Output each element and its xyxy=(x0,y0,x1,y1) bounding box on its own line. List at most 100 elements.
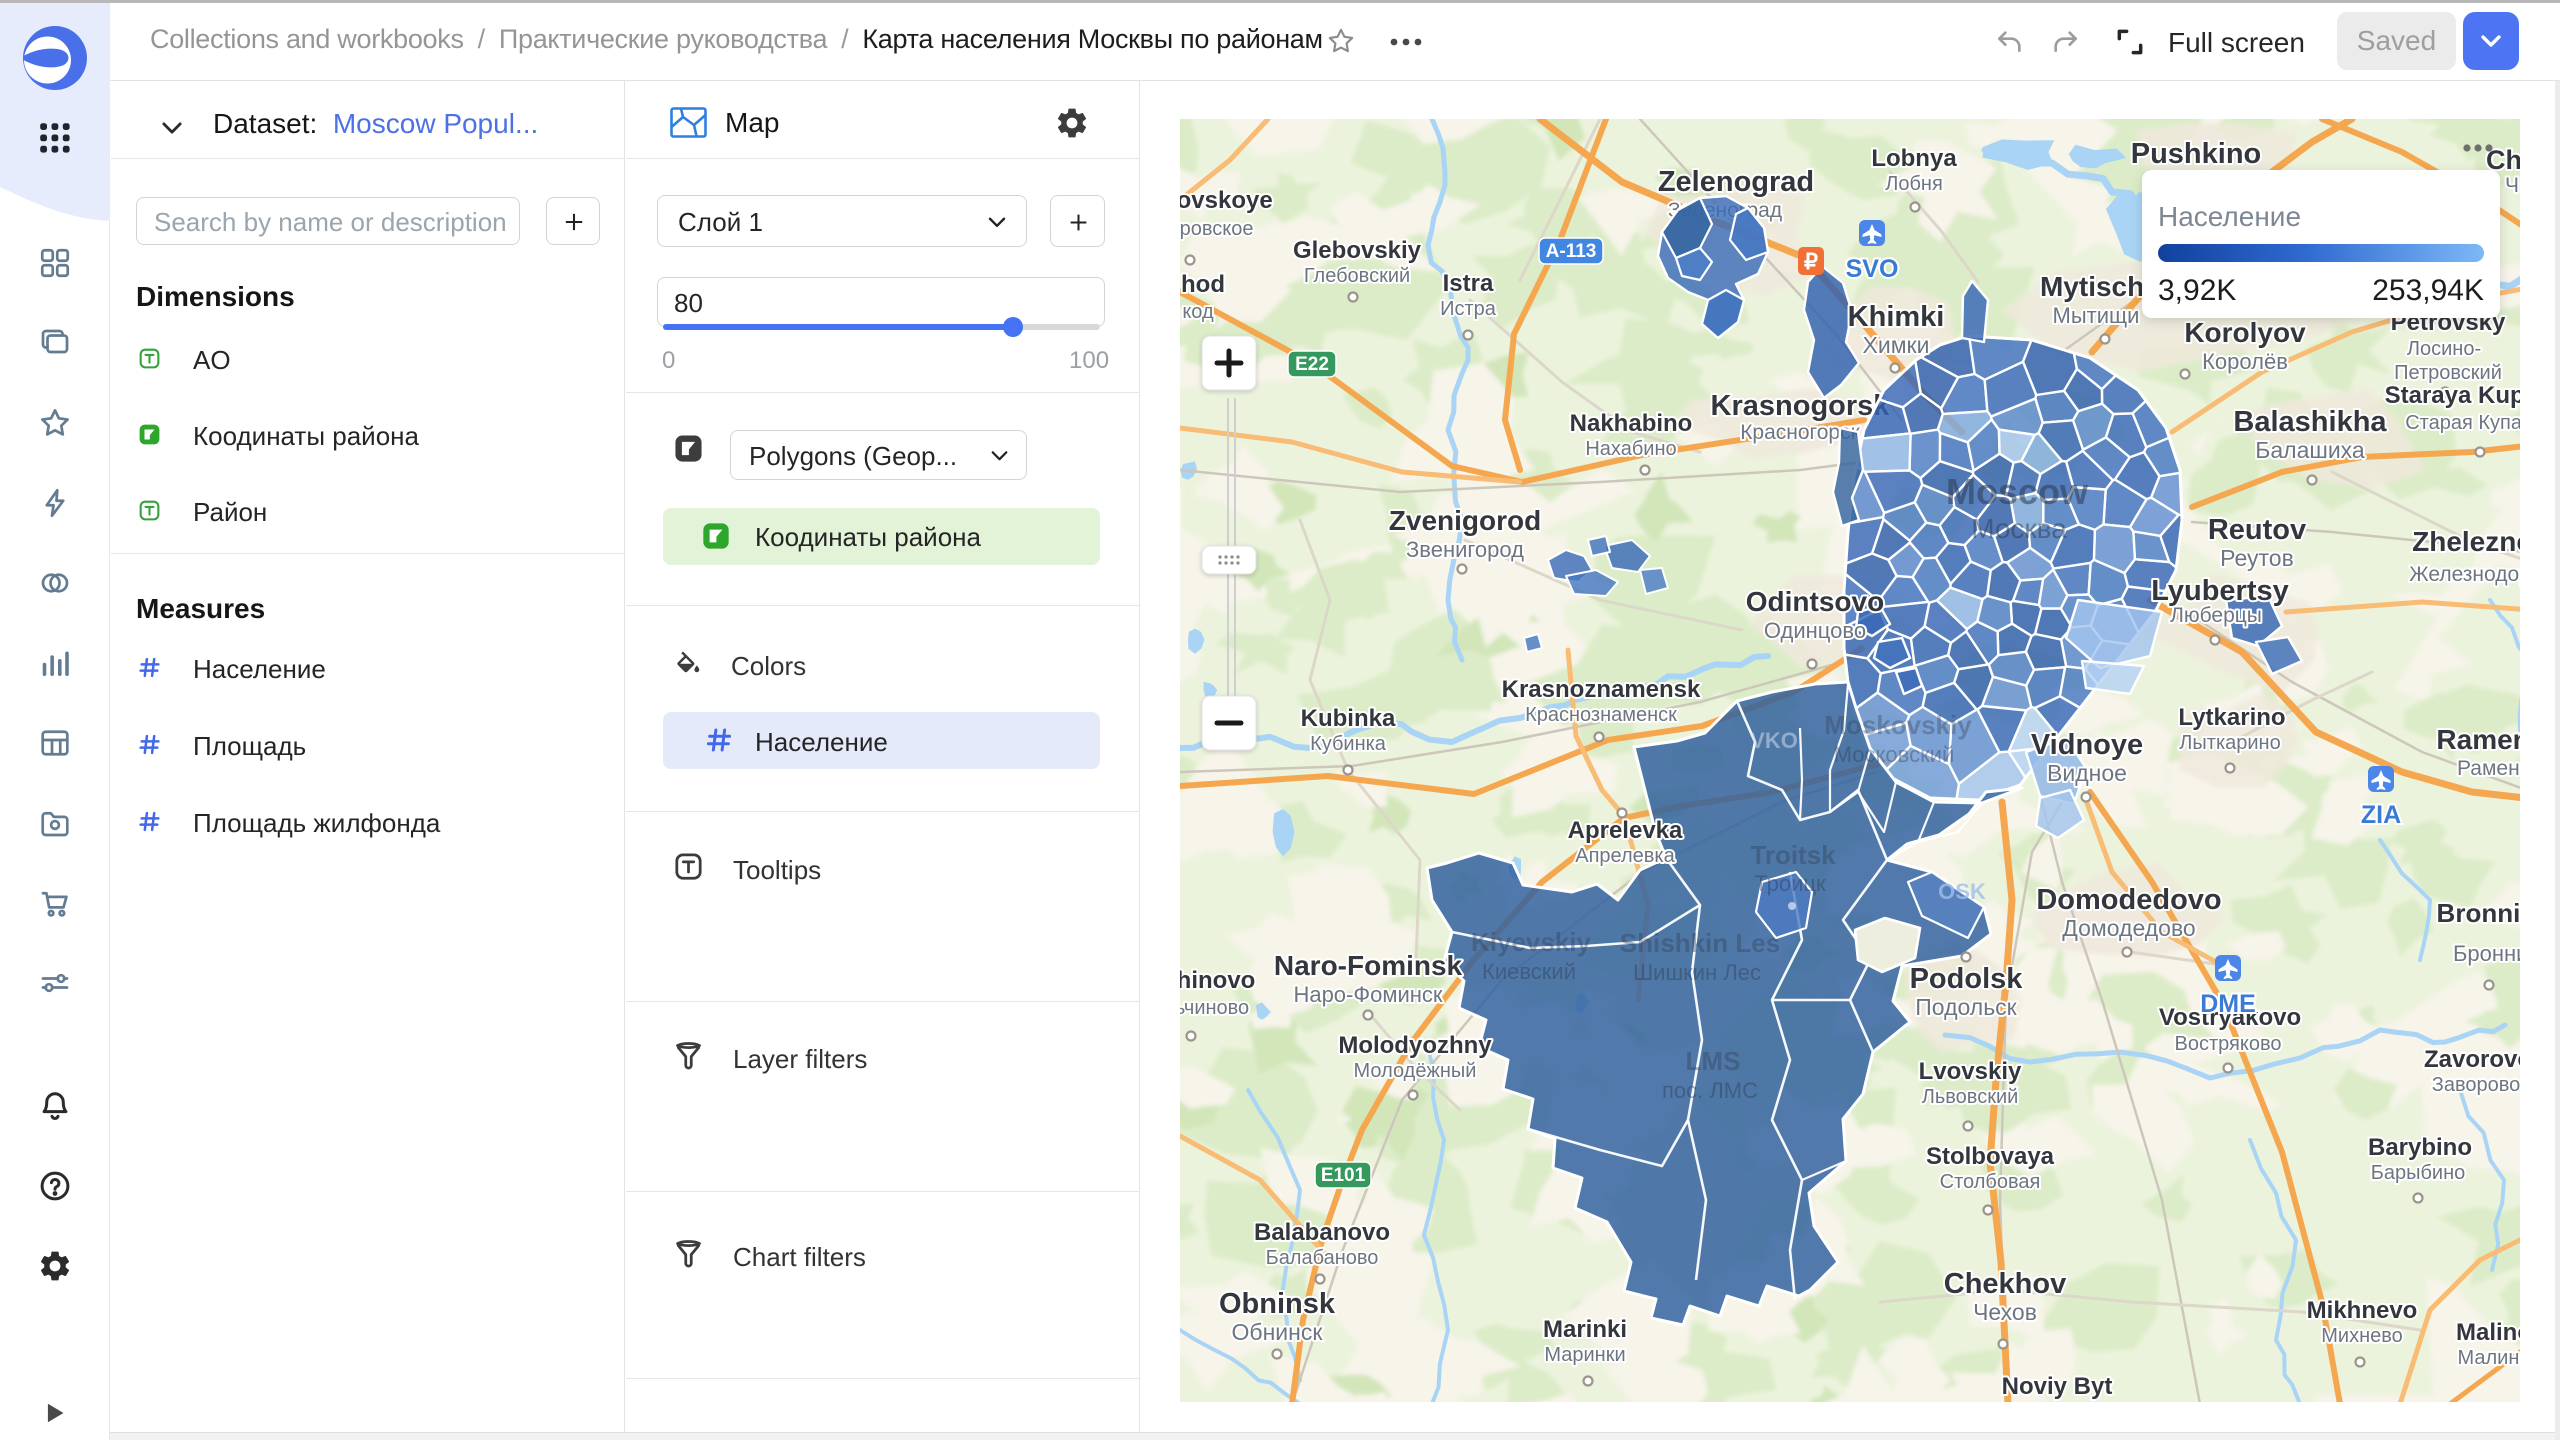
svg-text:Старая Купавна: Старая Купавна xyxy=(2405,412,2520,434)
svg-text:Востряково: Востряково xyxy=(2175,1033,2282,1055)
svg-text:Домодедово: Домодедово xyxy=(2062,915,2195,941)
svg-text:Molodyozhny: Molodyozhny xyxy=(1338,1032,1492,1059)
svg-text:253,94K: 253,94K xyxy=(2372,274,2484,307)
svg-text:rovskoye: rovskoye xyxy=(1180,187,1273,214)
svg-text:Мытищи: Мытищи xyxy=(2053,303,2140,328)
svg-text:Naro-Fominsk: Naro-Fominsk xyxy=(1274,950,1463,981)
svg-text:E101: E101 xyxy=(1321,1165,1366,1186)
svg-text:3,92K: 3,92K xyxy=(2158,274,2236,307)
svg-text:Реутов: Реутов xyxy=(2220,545,2294,571)
svg-text:Shishkin Les: Shishkin Les xyxy=(1620,928,1780,958)
svg-text:Aprelevka: Aprelevka xyxy=(1568,817,1683,844)
svg-text:Glebovskiy: Glebovskiy xyxy=(1293,237,1422,264)
svg-text:Nakhabino: Nakhabino xyxy=(1570,410,1693,437)
svg-text:ьчиново: ьчиново xyxy=(1180,997,1249,1019)
svg-text:Московский: Московский xyxy=(1834,742,1955,767)
svg-text:Chekhov: Chekhov xyxy=(1944,1268,2066,1300)
svg-text:Лыткарино: Лыткарино xyxy=(2179,732,2280,754)
svg-text:Наро-Фоминск: Наро-Фоминск xyxy=(1293,982,1442,1007)
svg-text:Domodedovo: Domodedovo xyxy=(2036,884,2221,916)
svg-text:А-113: А-113 xyxy=(1546,241,1597,262)
svg-text:ZIA: ZIA xyxy=(2361,801,2401,829)
svg-text:Moskovskiy: Moskovskiy xyxy=(1824,710,1972,740)
svg-text:Lobnya: Lobnya xyxy=(1871,145,1957,172)
svg-text:Лосино-: Лосино- xyxy=(2407,338,2481,360)
svg-text:Видное: Видное xyxy=(2047,760,2127,786)
svg-text:Moscow: Moscow xyxy=(1946,471,2089,512)
svg-text:Marinki: Marinki xyxy=(1543,1316,1627,1343)
svg-text:VKO: VKO xyxy=(1750,728,1798,753)
svg-text:Mytischi: Mytischi xyxy=(2040,271,2152,302)
svg-text:DME: DME xyxy=(2200,990,2256,1018)
svg-text:Королёв: Королёв xyxy=(2202,349,2288,374)
svg-text:Malino: Malino xyxy=(2456,1319,2520,1346)
svg-text:код: код xyxy=(1182,301,1214,323)
svg-text:hod: hod xyxy=(1181,271,1225,298)
svg-text:Mikhnevo: Mikhnevo xyxy=(2307,1297,2418,1324)
svg-text:Молодёжный: Молодёжный xyxy=(1354,1060,1477,1082)
svg-text:Krasnoznamensk: Krasnoznamensk xyxy=(1502,676,1701,703)
svg-text:Lytkarino: Lytkarino xyxy=(2178,704,2285,731)
svg-text:Kubinka: Kubinka xyxy=(1301,705,1396,732)
svg-text:Krasnogorsk: Krasnogorsk xyxy=(1711,390,1891,422)
svg-text:Balabanovo: Balabanovo xyxy=(1254,1219,1390,1246)
svg-text:hinovo: hinovo xyxy=(1180,967,1255,994)
svg-text:Zavorovo: Zavorovo xyxy=(2424,1046,2520,1073)
svg-text:Reutov: Reutov xyxy=(2208,514,2306,546)
svg-text:Барыбино: Барыбино xyxy=(2371,1162,2466,1184)
svg-text:Петровский: Петровский xyxy=(2394,362,2502,384)
svg-text:Львовский: Львовский xyxy=(1922,1086,2019,1108)
svg-text:Lvovskiy: Lvovskiy xyxy=(1919,1058,2022,1085)
svg-text:тровское: тровское xyxy=(1180,218,1254,240)
svg-text:Stolbovaya: Stolbovaya xyxy=(1926,1143,2055,1170)
svg-text:Vidnoye: Vidnoye xyxy=(2031,729,2143,761)
svg-text:Podolsk: Podolsk xyxy=(1910,963,2024,995)
svg-text:Раменское: Раменское xyxy=(2457,757,2520,780)
svg-text:Железнодорожный: Железнодорожный xyxy=(2409,563,2520,586)
svg-text:Химки: Химки xyxy=(1863,332,1930,358)
svg-text:Pushkino: Pushkino xyxy=(2131,138,2262,170)
svg-text:Kiyevskiy: Kiyevskiy xyxy=(1471,927,1592,957)
svg-text:Лобня: Лобня xyxy=(1885,173,1943,195)
svg-text:Истра: Истра xyxy=(1440,298,1497,320)
svg-text:Ч: Ч xyxy=(2505,174,2519,197)
svg-text:Khimki: Khimki xyxy=(1848,301,1945,333)
svg-text:Заворово: Заворово xyxy=(2432,1074,2520,1096)
svg-text:OSK: OSK xyxy=(1938,879,1986,904)
svg-text:Odintsovo: Odintsovo xyxy=(1746,586,1884,617)
svg-text:LMS: LMS xyxy=(1686,1046,1741,1076)
svg-text:Глебовский: Глебовский xyxy=(1304,265,1410,287)
svg-text:E22: E22 xyxy=(1295,354,1329,375)
svg-text:Малино: Малино xyxy=(2457,1347,2520,1369)
svg-text:Подольск: Подольск xyxy=(1915,994,2017,1020)
svg-text:Население: Население xyxy=(2158,201,2301,232)
svg-text:Звенигород: Звенигород xyxy=(1406,537,1524,562)
svg-text:Троицк: Троицк xyxy=(1754,871,1826,896)
svg-text:SVO: SVO xyxy=(1846,255,1899,283)
svg-text:₽: ₽ xyxy=(1804,249,1818,274)
svg-text:Balashikha: Balashikha xyxy=(2233,406,2387,438)
svg-text:Одинцово: Одинцово xyxy=(1764,618,1866,643)
svg-text:Lyubertsy: Lyubertsy xyxy=(2151,575,2289,607)
svg-text:Шишкин Лес: Шишкин Лес xyxy=(1633,960,1761,985)
svg-text:Troitsk: Troitsk xyxy=(1750,840,1836,870)
svg-text:Обнинск: Обнинск xyxy=(1232,1319,1324,1345)
svg-text:Апрелевка: Апрелевка xyxy=(1575,845,1675,867)
svg-text:Korolyov: Korolyov xyxy=(2184,317,2306,348)
svg-text:Zheleznodorozhn: Zheleznodorozhn xyxy=(2412,526,2520,557)
svg-text:Балашиха: Балашиха xyxy=(2255,437,2365,463)
svg-text:Киевский: Киевский xyxy=(1482,959,1576,984)
svg-text:Нахабино: Нахабино xyxy=(1585,438,1676,460)
svg-text:Barybino: Barybino xyxy=(2368,1134,2472,1161)
svg-text:Obninsk: Obninsk xyxy=(1219,1288,1336,1320)
svg-text:Noviy Byt: Noviy Byt xyxy=(2002,1373,2113,1400)
svg-text:Москва: Москва xyxy=(1971,513,2067,544)
svg-text:Чехов: Чехов xyxy=(1973,1299,2037,1325)
svg-text:Маринки: Маринки xyxy=(1544,1344,1625,1366)
svg-text:Столбовая: Столбовая xyxy=(1940,1171,2041,1193)
svg-text:Краснознаменск: Краснознаменск xyxy=(1525,704,1677,726)
svg-text:Михнево: Михнево xyxy=(2321,1325,2403,1347)
svg-text:Istra: Istra xyxy=(1443,270,1494,297)
svg-text:Бронниц: Бронниц xyxy=(2453,941,2520,966)
svg-text:Staraya Kupavna: Staraya Kupavna xyxy=(2385,382,2520,409)
